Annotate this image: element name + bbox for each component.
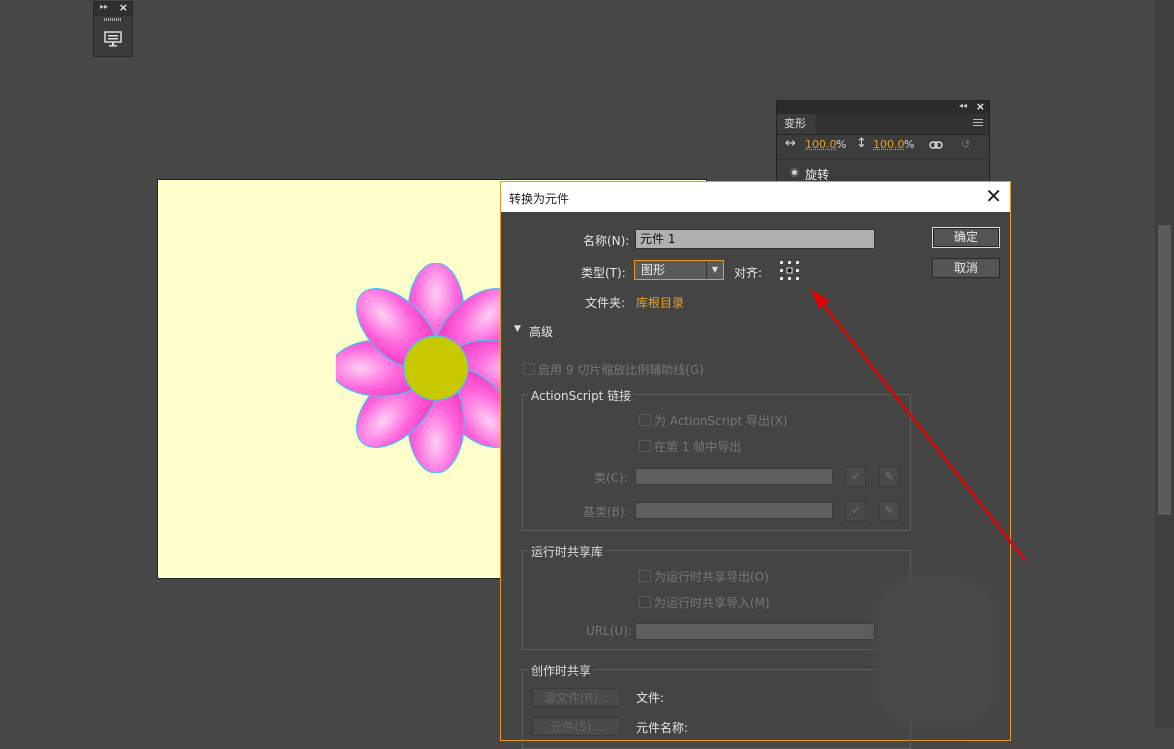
export-frame1-checkbox[interactable]: [639, 440, 651, 452]
align-label: 对齐:: [734, 266, 763, 280]
name-input[interactable]: 元件 1: [635, 229, 875, 249]
base-class-input[interactable]: [635, 502, 833, 519]
percent-unit: %: [836, 138, 847, 151]
folder-label: 文件夹:: [585, 296, 626, 310]
advanced-toggle[interactable]: 高级: [529, 323, 553, 340]
cancel-button[interactable]: 取消: [932, 258, 1000, 278]
width-arrow-icon: ↔: [785, 136, 796, 151]
collapse-icon[interactable]: ◂◂: [959, 101, 967, 110]
expand-icon[interactable]: ▸▸: [100, 2, 108, 11]
height-arrow-icon: ↕: [856, 136, 867, 151]
scale-width-value[interactable]: 100.0: [805, 138, 837, 151]
close-icon[interactable]: ✕: [985, 184, 1002, 208]
scrollbar-thumb[interactable]: [1158, 225, 1171, 515]
scale-height-value[interactable]: 100.0: [873, 138, 905, 151]
symbol-button[interactable]: 元件(S)...: [532, 717, 621, 736]
export-frame1-label: 在第 1 帧中导出: [654, 440, 742, 454]
panel-titlebar[interactable]: ▸▸ ×: [94, 1, 132, 16]
authoring-group: [522, 669, 911, 749]
tool-panel-mini: ▸▸ ×: [93, 1, 133, 57]
close-icon[interactable]: ×: [976, 100, 985, 113]
runtime-group-title: 运行时共享库: [528, 543, 607, 560]
import-runtime-checkbox[interactable]: [639, 596, 651, 608]
edit-base-class-button[interactable]: ✎: [879, 500, 900, 521]
display-icon[interactable]: [104, 30, 122, 48]
class-input[interactable]: [635, 468, 833, 485]
actionscript-group-title: ActionScript 链接: [528, 387, 635, 404]
scale9-label: 启用 9 切片缩放比例辅助线(G): [538, 363, 704, 377]
triangle-down-icon[interactable]: ▼: [514, 324, 521, 334]
transform-panel: ◂◂ × 变形 ↔ 100.0 % ↕ 100.0 % ↺ 旋转: [776, 100, 990, 186]
close-icon[interactable]: ×: [119, 1, 128, 14]
export-as-checkbox[interactable]: [639, 414, 651, 426]
reset-icon[interactable]: ↺: [961, 138, 970, 151]
folder-link[interactable]: 库根目录: [636, 294, 684, 311]
percent-unit: %: [904, 138, 915, 151]
scale9-checkbox[interactable]: [523, 363, 535, 375]
export-as-label: 为 ActionScript 导出(X): [654, 414, 788, 428]
name-label: 名称(N):: [583, 234, 630, 248]
dialog-titlebar[interactable]: 转换为元件 ✕: [501, 182, 1010, 212]
grip-icon[interactable]: [104, 18, 122, 21]
panel-menu-icon[interactable]: [973, 119, 983, 128]
dialog-title: 转换为元件: [509, 192, 570, 206]
registration-grid-icon[interactable]: [779, 260, 801, 282]
tab-transform[interactable]: 变形: [777, 114, 815, 134]
validate-base-class-button[interactable]: ✓: [845, 500, 866, 521]
url-input[interactable]: [635, 623, 875, 640]
import-runtime-label: 为运行时共享导入(M): [654, 596, 770, 610]
file-label: 文件:: [636, 691, 665, 705]
blur-patch: [876, 575, 996, 728]
type-select[interactable]: 图形 ▼: [634, 260, 724, 280]
base-class-label: 基类(B):: [583, 505, 629, 519]
url-label: URL(U):: [586, 624, 632, 638]
ok-button[interactable]: 确定: [932, 227, 1000, 248]
validate-class-button[interactable]: ✓: [845, 466, 866, 487]
class-label: 类(C):: [594, 471, 628, 485]
rotate-radio[interactable]: [790, 168, 799, 177]
edit-class-button[interactable]: ✎: [879, 466, 900, 487]
source-file-button[interactable]: 源文件(R)...: [532, 688, 621, 707]
type-label: 类型(T):: [581, 266, 626, 280]
export-runtime-label: 为运行时共享导出(O): [654, 570, 769, 584]
type-select-value: 图形: [641, 263, 666, 277]
link-icon[interactable]: [929, 140, 943, 150]
authoring-group-title: 创作时共享: [528, 662, 595, 679]
vertical-scrollbar[interactable]: [1155, 0, 1174, 728]
chevron-down-icon[interactable]: ▼: [706, 261, 723, 279]
panel-titlebar[interactable]: ◂◂ ×: [777, 100, 989, 114]
export-runtime-checkbox[interactable]: [639, 570, 651, 582]
